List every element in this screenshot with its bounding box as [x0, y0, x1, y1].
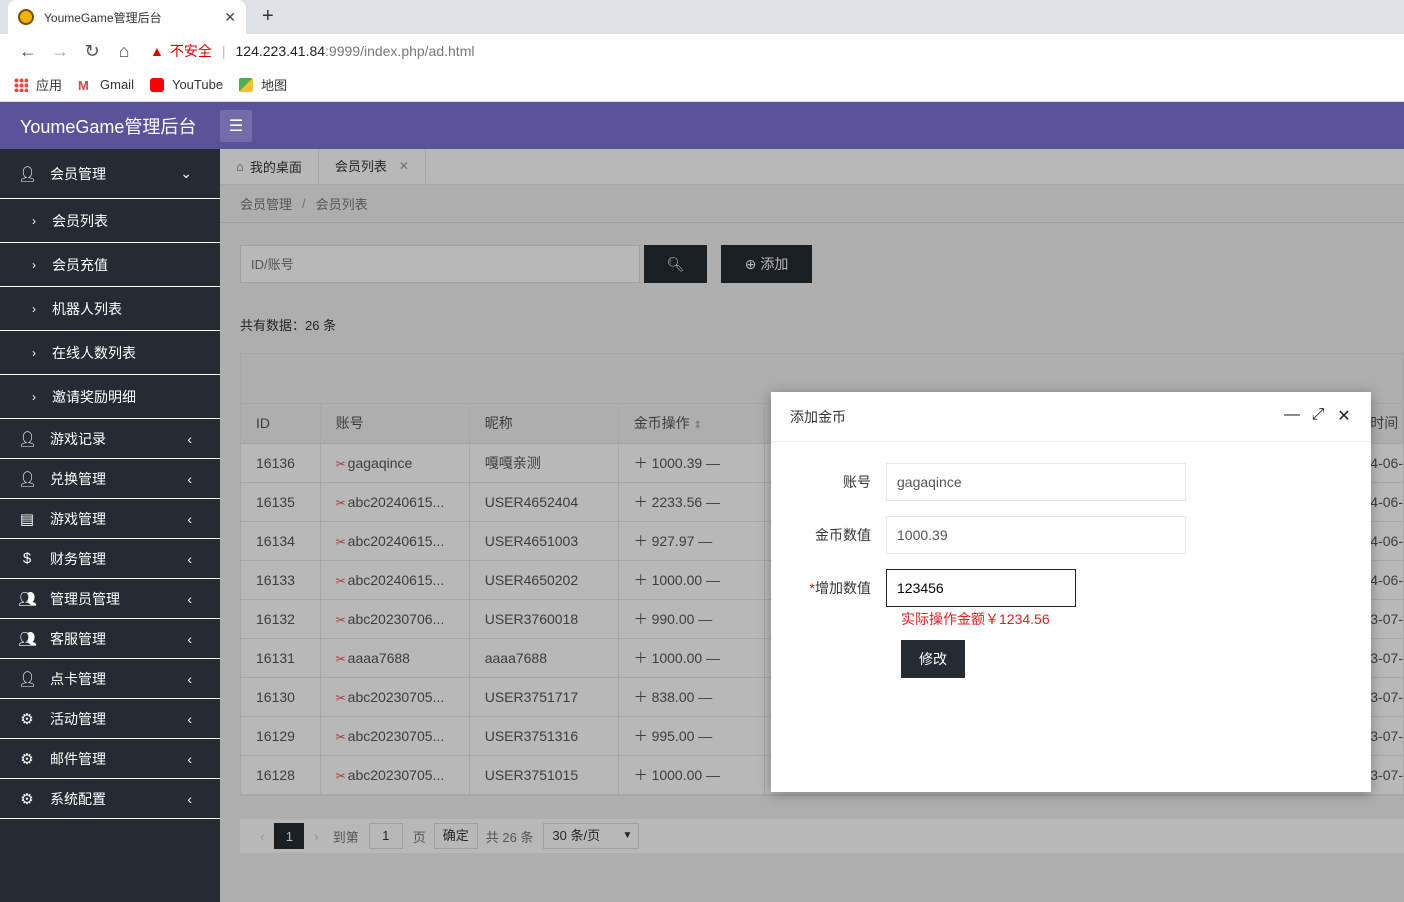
form-row-coin: 金币数值 1000.39 — [771, 516, 1186, 554]
back-icon[interactable]: ← — [12, 41, 44, 62]
chevron-right-icon: › — [32, 389, 36, 404]
sidebar-item-exchange[interactable]: 👤︎ 兑换管理 ‹ — [0, 459, 220, 499]
chevron-left-icon: ‹ — [187, 790, 192, 807]
chevron-left-icon: ‹ — [187, 710, 192, 727]
maximize-icon[interactable]: ⤢ — [1305, 406, 1331, 426]
url-path: :9999/index.php/ad.html — [325, 43, 475, 59]
chevron-left-icon: ‹ — [187, 430, 192, 447]
gear-icon: ⚙ — [20, 790, 34, 808]
favicon-icon — [18, 9, 34, 25]
modal-title: 添加金币 — [790, 408, 846, 425]
chevron-left-icon: ‹ — [187, 670, 192, 687]
chevron-right-icon: › — [32, 257, 36, 272]
close-tab-icon[interactable]: ✕ — [224, 9, 236, 26]
user-icon: 👤︎ — [18, 430, 38, 448]
submit-button[interactable]: 修改 — [901, 640, 965, 678]
coin-label: 金币数值 — [815, 527, 871, 543]
sidebar-sub-online-list[interactable]: › 在线人数列表 — [0, 331, 220, 375]
users-icon: 👥︎ — [18, 590, 38, 608]
sidebar-item-activity[interactable]: ⚙ 活动管理 ‹ — [0, 699, 220, 739]
chevron-left-icon: ‹ — [187, 510, 192, 527]
bookmark-gmail[interactable]: M Gmail — [78, 77, 134, 93]
maps-icon — [239, 77, 254, 92]
sidebar-item-card[interactable]: 👤︎ 点卡管理 ‹ — [0, 659, 220, 699]
document-icon: ▤ — [19, 510, 35, 528]
sidebar-item-game[interactable]: ▤ 游戏管理 ‹ — [0, 499, 220, 539]
sidebar-item-service[interactable]: 👥︎ 客服管理 ‹ — [0, 619, 220, 659]
bookmark-maps[interactable]: 地图 — [239, 75, 287, 94]
sidebar-item-mail[interactable]: ⚙ 邮件管理 ‹ — [0, 739, 220, 779]
insecure-label: 不安全 — [169, 43, 212, 59]
user-icon: 👤︎ — [18, 670, 38, 688]
bookmarks-bar: 应用 M Gmail YouTube 地图 — [0, 68, 1404, 102]
gmail-icon: M — [78, 77, 89, 93]
add-amount-label: *增加数值 — [809, 580, 871, 596]
forward-icon[interactable]: → — [44, 41, 76, 62]
app-header: YoumeGame管理后台 ☰ — [0, 102, 1404, 149]
coin-field[interactable]: 1000.39 — [886, 516, 1186, 554]
add-amount-field[interactable]: 123456 — [886, 569, 1076, 607]
chevron-left-icon: ‹ — [187, 630, 192, 647]
chevron-left-icon: ‹ — [187, 470, 192, 487]
new-tab-icon[interactable]: + — [262, 5, 274, 28]
bookmark-apps[interactable]: 应用 — [14, 75, 62, 94]
gear-icon: ⚙ — [20, 710, 34, 728]
account-field[interactable]: gagaqince — [886, 463, 1186, 501]
form-row-account: 账号 gagaqince — [771, 463, 1186, 501]
minimize-icon[interactable]: — — [1279, 406, 1305, 426]
sidebar-sub-member-list[interactable]: › 会员列表 — [0, 199, 220, 243]
url-host: 124.223.41.84 — [235, 43, 326, 59]
actual-amount-hint: 实际操作金额￥1234.56 — [901, 611, 1050, 627]
hamburger-icon: ☰ — [228, 117, 244, 135]
users-icon: 👥︎ — [18, 630, 38, 648]
sidebar-sub-member-recharge[interactable]: › 会员充值 — [0, 243, 220, 287]
modal-header: 添加金币 — ⤢ ✕ — [771, 392, 1371, 442]
address-bar-row: ← → ↻ ⌂ ▲ 不安全 | 124.223.41.84:9999/index… — [0, 34, 1404, 68]
chevron-left-icon: ‹ — [187, 750, 192, 767]
chevron-left-icon: ‹ — [187, 550, 192, 567]
reload-icon[interactable]: ↻ — [76, 41, 108, 62]
warning-icon: ▲ — [150, 43, 164, 59]
sidebar-item-admin[interactable]: 👥︎ 管理员管理 ‹ — [0, 579, 220, 619]
url-field[interactable]: ▲ 不安全 | 124.223.41.84:9999/index.php/ad.… — [150, 41, 474, 61]
browser-tabbar: YoumeGame管理后台 ✕ + — [0, 0, 1404, 34]
add-coin-modal: 添加金币 — ⤢ ✕ 账号 gagaqince 金币数值 1000.39 *增加… — [771, 392, 1371, 792]
sidebar-item-config[interactable]: ⚙ 系统配置 ‹ — [0, 779, 220, 819]
home-icon[interactable]: ⌂ — [108, 41, 140, 62]
form-row-add: *增加数值 123456 — [771, 569, 1076, 607]
bookmark-youtube[interactable]: YouTube — [149, 77, 223, 92]
youtube-icon — [149, 77, 164, 92]
user-icon: 👤︎ — [18, 165, 38, 183]
chevron-left-icon: ‹ — [187, 590, 192, 607]
sidebar-item-game-record[interactable]: 👤︎ 游戏记录 ‹ — [0, 419, 220, 459]
gear-icon: ⚙ — [20, 750, 34, 768]
sidebar: 👤︎ 会员管理 ⌄ › 会员列表 › 会员充值 › 机器人列表 › 在线人数列表 › 邀请… — [0, 149, 220, 902]
chevron-right-icon: › — [32, 213, 36, 228]
dollar-icon: $ — [22, 550, 32, 567]
browser-tab[interactable]: YoumeGame管理后台 ✕ — [8, 0, 246, 34]
menu-toggle-button[interactable]: ☰ — [220, 109, 252, 142]
sidebar-sub-invite-reward[interactable]: › 邀请奖励明细 — [0, 375, 220, 419]
account-label: 账号 — [843, 474, 871, 490]
chevron-right-icon: › — [32, 345, 36, 360]
user-icon: 👤︎ — [18, 470, 38, 488]
chevron-down-icon: ⌄ — [180, 165, 192, 181]
sidebar-item-finance[interactable]: $ 财务管理 ‹ — [0, 539, 220, 579]
browser-tab-title: YoumeGame管理后台 — [44, 10, 162, 25]
chevron-right-icon: › — [32, 301, 36, 316]
sidebar-item-member[interactable]: 👤︎ 会员管理 ⌄ — [0, 149, 220, 199]
sidebar-sub-robot-list[interactable]: › 机器人列表 — [0, 287, 220, 331]
close-icon[interactable]: ✕ — [1331, 406, 1357, 426]
apps-icon — [14, 77, 28, 92]
app-title: YoumeGame管理后台 — [20, 116, 197, 137]
